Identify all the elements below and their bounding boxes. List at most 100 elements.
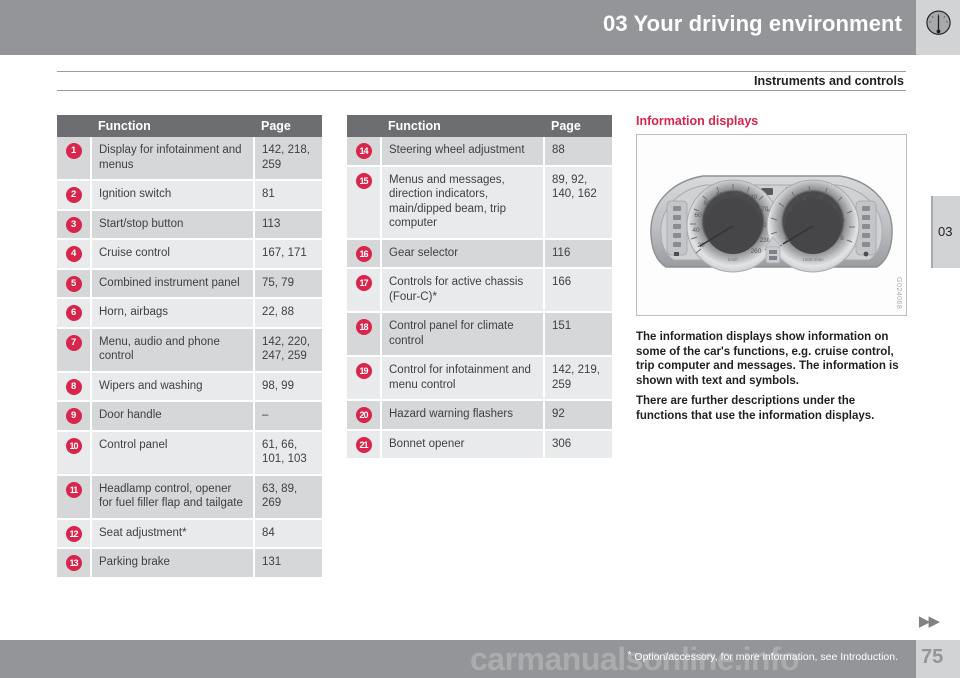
row-page-cell: 131 — [254, 548, 322, 579]
row-number-cell: 17 — [347, 268, 382, 313]
callout-badge: 20 — [355, 407, 372, 423]
callout-badge: 15 — [355, 172, 372, 189]
row-number-cell: 7 — [57, 327, 92, 373]
side-paragraph-2: There are further descriptions under the… — [636, 395, 875, 422]
table-header-row: Function Page — [57, 115, 322, 137]
row-function-cell: Ignition switch — [91, 180, 255, 211]
row-page-cell: 113 — [254, 209, 322, 240]
row-function-cell: Combined instrument panel — [91, 268, 255, 299]
figure-id-code: G024068 — [895, 276, 902, 309]
table-header-row: Function Page — [347, 115, 612, 137]
row-number-cell: 4 — [57, 239, 92, 270]
page-header-bar: 03 Your driving environment — [0, 0, 916, 55]
row-page-cell: 142, 219, 259 — [544, 356, 612, 401]
row-function-cell: Menu, audio and phone control — [91, 327, 255, 373]
row-page-cell: 89, 92, 140, 162 — [544, 165, 612, 240]
table-row: 17 Controls for active chassis (Four-C)* 1… — [347, 268, 612, 313]
row-number-cell: 11 — [57, 474, 92, 520]
table-row: 18 Control panel for climate control 151 — [347, 312, 612, 357]
row-function-cell: Menus and messages, direction indicators… — [381, 165, 545, 240]
table-header-number — [57, 115, 91, 137]
row-function-cell: Headlamp control, opener for fuel filler… — [91, 474, 255, 520]
table-row: 20 Hazard warning flashers 92 — [347, 400, 612, 431]
instrument-cluster-figure: 20 40 60 80 100 120 140 170 200 230 260 … — [636, 134, 907, 316]
table-row: 21 Bonnet opener 306 — [347, 429, 612, 460]
row-page-cell: 92 — [544, 400, 612, 431]
row-page-cell: 98, 99 — [254, 371, 322, 402]
table-row: 19 Control for infotainment and menu cont… — [347, 356, 612, 401]
row-number-cell: 3 — [57, 209, 92, 240]
row-number-cell: 15 — [347, 165, 382, 240]
table-row: 15 Menus and messages, direction indicato… — [347, 165, 612, 240]
table-header-function: Function — [381, 115, 544, 137]
svg-text:3: 3 — [788, 206, 792, 213]
svg-text:170: 170 — [758, 206, 769, 213]
callout-badge: 10 — [65, 437, 82, 454]
table-row: 3 Start/stop button 113 — [57, 209, 322, 240]
row-function-cell: Controls for active chassis (Four-C)* — [381, 268, 545, 313]
chapter-tab-03[interactable]: 03 — [931, 196, 960, 268]
row-number-cell: 12 — [57, 518, 92, 549]
row-number-cell: 1 — [57, 137, 92, 181]
row-number-cell: 19 — [347, 356, 382, 401]
row-number-cell: 16 — [347, 238, 382, 269]
row-number-cell: 2 — [57, 180, 92, 211]
row-function-cell: Control for infotainment and menu contro… — [381, 356, 545, 401]
speedometer-dial: 20 40 60 80 100 120 140 170 200 230 260 … — [686, 179, 780, 273]
row-number-cell: 10 — [57, 430, 92, 476]
table-row: 4 Cruise control 167, 171 — [57, 239, 322, 270]
table-row: 16 Gear selector 116 — [347, 238, 612, 269]
callout-badge: 16 — [355, 245, 372, 262]
row-page-cell: 116 — [544, 238, 612, 269]
table-row: 10 Control panel 61, 66, 101, 103 — [57, 430, 322, 476]
svg-text:1000 r/min: 1000 r/min — [802, 257, 824, 262]
table-row: 6 Horn, airbags 22, 88 — [57, 298, 322, 329]
chapter-tab-label: 03 — [938, 224, 953, 239]
page-footer-bar: * Option/accessory, for more information… — [0, 640, 916, 678]
manual-page: 03 Your driving environment Instruments … — [0, 0, 960, 678]
row-function-cell: Display for infotainment and menus — [91, 137, 255, 181]
table-row: 11 Headlamp control, opener for fuel fill… — [57, 474, 322, 520]
row-function-cell: Gear selector — [381, 238, 545, 269]
svg-text:140: 140 — [747, 194, 758, 201]
row-function-cell: Control panel for climate control — [381, 312, 545, 357]
table-row: 9 Door handle – — [57, 401, 322, 432]
callout-badge: 13 — [65, 555, 82, 571]
row-page-cell: 151 — [544, 312, 612, 357]
row-page-cell: 84 — [254, 518, 322, 549]
row-number-cell: 8 — [57, 371, 92, 402]
svg-text:km/h: km/h — [728, 257, 738, 262]
row-page-cell: 142, 218, 259 — [254, 137, 322, 181]
reference-table-right: Function Page 14 Steering wheel adjustmen… — [347, 115, 612, 460]
svg-text:6: 6 — [833, 204, 837, 211]
footnote-text: Option/accessory, for more information, … — [634, 651, 898, 663]
svg-text:40: 40 — [692, 227, 700, 234]
row-number-cell: 6 — [57, 298, 92, 329]
table-row: 14 Steering wheel adjustment 88 — [347, 137, 612, 167]
table-row: 13 Parking brake 131 — [57, 548, 322, 579]
callout-badge: 11 — [65, 481, 82, 498]
svg-text:80: 80 — [703, 200, 711, 207]
row-page-cell: 75, 79 — [254, 268, 322, 299]
row-function-cell: Seat adjustment* — [91, 518, 255, 549]
callout-badge: 19 — [355, 363, 372, 379]
svg-text:60: 60 — [694, 212, 702, 219]
table-row: 7 Menu, audio and phone control 142, 220, … — [57, 327, 322, 373]
row-page-cell: 81 — [254, 180, 322, 211]
callout-badge: 7 — [65, 334, 82, 351]
row-page-cell: 88 — [544, 137, 612, 167]
callout-badge: 17 — [355, 275, 372, 291]
callout-badge: 12 — [65, 525, 82, 542]
table-header-page: Page — [254, 115, 322, 137]
row-function-cell: Start/stop button — [91, 209, 255, 240]
row-function-cell: Control panel — [91, 430, 255, 476]
row-number-cell: 21 — [347, 429, 382, 460]
callout-badge: 2 — [65, 187, 82, 203]
row-number-cell: 13 — [57, 548, 92, 579]
row-page-cell: 61, 66, 101, 103 — [254, 430, 322, 476]
callout-badge: 14 — [355, 143, 372, 159]
row-number-cell: 14 — [347, 137, 382, 167]
row-page-cell: 22, 88 — [254, 298, 322, 329]
next-page-arrows-icon[interactable]: ▶▶ — [919, 612, 940, 630]
table-header-page: Page — [544, 115, 612, 137]
